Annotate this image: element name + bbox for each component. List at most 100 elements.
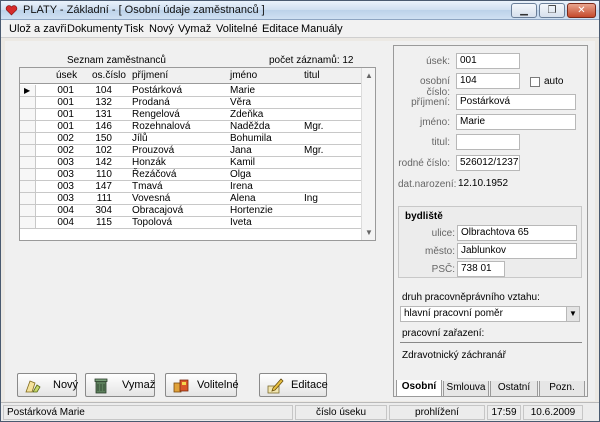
table-row[interactable]: 001 131 Rengelová Zdeňka: [20, 109, 362, 121]
table-row[interactable]: 002 150 Jílů Bohumila: [20, 133, 362, 145]
menu-print[interactable]: Tisk: [124, 23, 144, 35]
minimize-icon[interactable]: ▁: [511, 3, 537, 18]
optional-button[interactable]: Volitelné: [165, 373, 239, 397]
psc-label: PSČ:: [431, 264, 455, 275]
cell-prijmeni: Prouzová: [132, 145, 175, 156]
menu-manuals[interactable]: Manuály: [301, 23, 343, 35]
psc-field[interactable]: 738 01: [457, 261, 505, 277]
menu-documents[interactable]: Dokumenty: [67, 23, 123, 35]
table-row[interactable]: 002 102 Prouzová Jana Mgr.: [20, 145, 362, 157]
menu-delete[interactable]: Vymaž: [178, 23, 211, 35]
row-selector[interactable]: [20, 145, 36, 156]
table-row[interactable]: 004 304 Obracajová Hortenzie: [20, 205, 362, 217]
current-row-arrow-icon: ▶: [24, 86, 31, 95]
auto-checkbox[interactable]: [530, 77, 540, 87]
status-employee-name: Postárková Marie: [3, 405, 293, 420]
edit-button[interactable]: Editace: [259, 373, 328, 397]
delete-button[interactable]: Vymaž: [85, 373, 155, 397]
jmeno-field[interactable]: Marie: [456, 114, 576, 130]
row-selector[interactable]: ▶: [20, 85, 36, 96]
row-selector[interactable]: [20, 157, 36, 168]
cell-os-cislo: 102: [95, 145, 112, 156]
cell-usek: 001: [57, 85, 74, 96]
row-selector[interactable]: [20, 205, 36, 216]
close-icon[interactable]: ✕: [567, 3, 596, 18]
scroll-down-icon[interactable]: ▼: [365, 228, 373, 237]
rodne-cislo-field[interactable]: 526012/1237: [456, 155, 520, 171]
row-selector[interactable]: [20, 97, 36, 108]
status-time: 17:59: [487, 405, 521, 420]
scroll-up-icon[interactable]: ▲: [365, 71, 373, 80]
trash-bin-icon: [94, 378, 108, 394]
cell-prijmeni: Vovesná: [132, 193, 171, 204]
ulice-label: ulice:: [431, 228, 455, 239]
table-row[interactable]: 003 111 Vovesná Alena Ing: [20, 193, 362, 205]
address-group: bydliště ulice: Olbrachtova 65 město: Ja…: [398, 206, 582, 278]
tab-osobni[interactable]: Osobní: [396, 380, 442, 397]
grid-scrollbar[interactable]: ▲ ▼: [361, 68, 375, 240]
row-selector[interactable]: [20, 217, 36, 228]
col-header-prijmeni[interactable]: příjmení: [132, 70, 168, 81]
cell-usek: 001: [57, 97, 74, 108]
employee-grid[interactable]: úsek os.číslo příjmení jméno titul ▶ 001 1…: [19, 67, 376, 241]
cell-usek: 003: [57, 181, 74, 192]
mesto-field[interactable]: Jablunkov: [457, 243, 577, 259]
mesto-label: město:: [424, 246, 455, 257]
menu-edit[interactable]: Editace: [262, 23, 299, 35]
menu-new[interactable]: Nový: [149, 23, 174, 35]
cell-prijmeni: Obracajová: [132, 205, 184, 216]
new-button[interactable]: Nový: [17, 373, 78, 397]
tab-poznamky[interactable]: Pozn.: [539, 381, 585, 397]
cell-os-cislo: 150: [95, 133, 112, 144]
row-selector[interactable]: [20, 169, 36, 180]
cell-usek: 003: [57, 169, 74, 180]
row-selector[interactable]: [20, 121, 36, 132]
cell-jmeno: Hortenzie: [230, 205, 273, 216]
optional-button-label: Volitelné: [197, 379, 239, 391]
chevron-down-icon[interactable]: ▼: [566, 307, 579, 321]
table-row[interactable]: 001 132 Prodaná Věra: [20, 97, 362, 109]
zarazeni-label: pracovní zařazení:: [402, 328, 485, 339]
prijmeni-field[interactable]: Postárková: [456, 94, 576, 110]
table-row[interactable]: 003 142 Honzák Kamil: [20, 157, 362, 169]
delete-button-label: Vymaž: [122, 379, 156, 391]
table-row[interactable]: 003 110 Řezáčová Olga: [20, 169, 362, 181]
cell-titul: Mgr.: [304, 121, 324, 132]
main-window: PLATY - Základní - [ Osobní údaje zaměst…: [0, 0, 600, 422]
table-row[interactable]: 003 147 Tmavá Irena: [20, 181, 362, 193]
tab-ostatni[interactable]: Ostatní: [490, 381, 538, 397]
cell-os-cislo: 142: [95, 157, 112, 168]
auto-label: auto: [544, 76, 564, 87]
title-bar[interactable]: PLATY - Základní - [ Osobní údaje zaměst…: [1, 1, 599, 20]
menu-save-close[interactable]: Ulož a zavři: [9, 23, 66, 35]
druh-select[interactable]: hlavní pracovní poměr ▼: [400, 306, 580, 322]
col-header-jmeno[interactable]: jméno: [230, 70, 257, 81]
row-selector[interactable]: [20, 109, 36, 120]
dat-narozeni-label: dat.narození:: [398, 179, 457, 190]
menu-optional[interactable]: Volitelné: [216, 23, 258, 35]
col-header-usek[interactable]: úsek: [56, 70, 77, 81]
titul-field[interactable]: [456, 134, 520, 150]
restore-icon[interactable]: ❐: [539, 3, 565, 18]
cell-usek: 002: [57, 133, 74, 144]
table-row[interactable]: 001 146 Rozehnalová Naděžda Mgr.: [20, 121, 362, 133]
ulice-field[interactable]: Olbrachtova 65: [457, 225, 577, 241]
table-row[interactable]: ▶ 001 104 Postárková Marie: [20, 85, 362, 97]
employee-detail-panel: úsek: 001 osobní číslo: 104 auto příjmen…: [393, 45, 588, 397]
cell-jmeno: Alena: [230, 193, 256, 204]
row-selector[interactable]: [20, 181, 36, 192]
optional-items-icon: [173, 379, 189, 393]
row-selector[interactable]: [20, 193, 36, 204]
table-row[interactable]: 004 115 Topolová Iveta: [20, 217, 362, 229]
row-selector[interactable]: [20, 133, 36, 144]
os-cislo-field[interactable]: 104: [456, 73, 520, 89]
cell-prijmeni: Jílů: [132, 133, 148, 144]
cell-jmeno: Marie: [230, 85, 256, 96]
col-header-os-cislo[interactable]: os.číslo: [92, 70, 126, 81]
cell-os-cislo: 132: [95, 97, 112, 108]
dat-narozeni-value: 12.10.1952: [458, 178, 509, 189]
cell-jmeno: Kamil: [230, 157, 256, 168]
usek-field[interactable]: 001: [456, 53, 520, 69]
col-header-titul[interactable]: titul: [304, 70, 320, 81]
tab-smlouva[interactable]: Smlouva: [443, 381, 489, 397]
